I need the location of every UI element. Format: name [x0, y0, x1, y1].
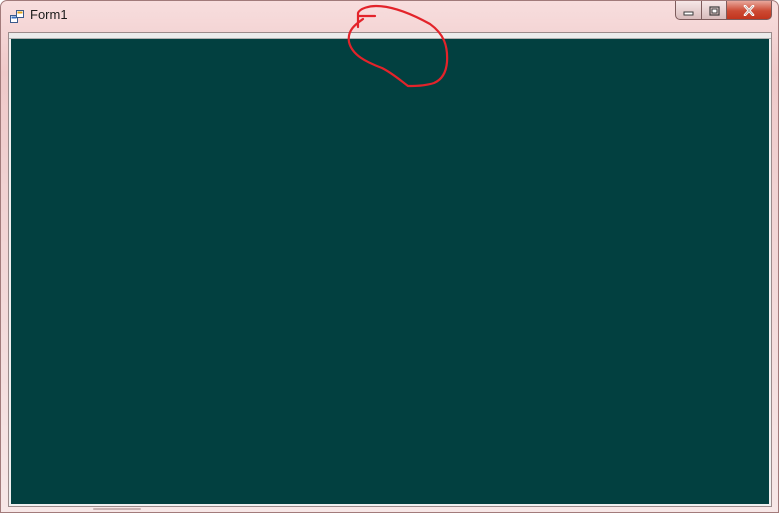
title-bar[interactable]: Form1 — [1, 1, 778, 31]
resize-grip — [93, 508, 141, 510]
form-app-icon[interactable] — [10, 9, 24, 23]
minimize-button[interactable] — [675, 1, 702, 20]
form1-window: Form1 — [0, 0, 779, 513]
maximize-button[interactable] — [701, 1, 727, 20]
caption-buttons — [675, 1, 772, 21]
collapse-arrow-down-icon[interactable] — [387, 33, 395, 48]
window-title: Form1 — [30, 7, 68, 22]
minimize-icon — [683, 1, 694, 20]
maximize-icon — [708, 1, 720, 20]
close-button[interactable] — [726, 1, 772, 20]
close-icon — [743, 1, 755, 20]
client-area — [8, 32, 772, 507]
content-panel[interactable] — [11, 39, 769, 504]
